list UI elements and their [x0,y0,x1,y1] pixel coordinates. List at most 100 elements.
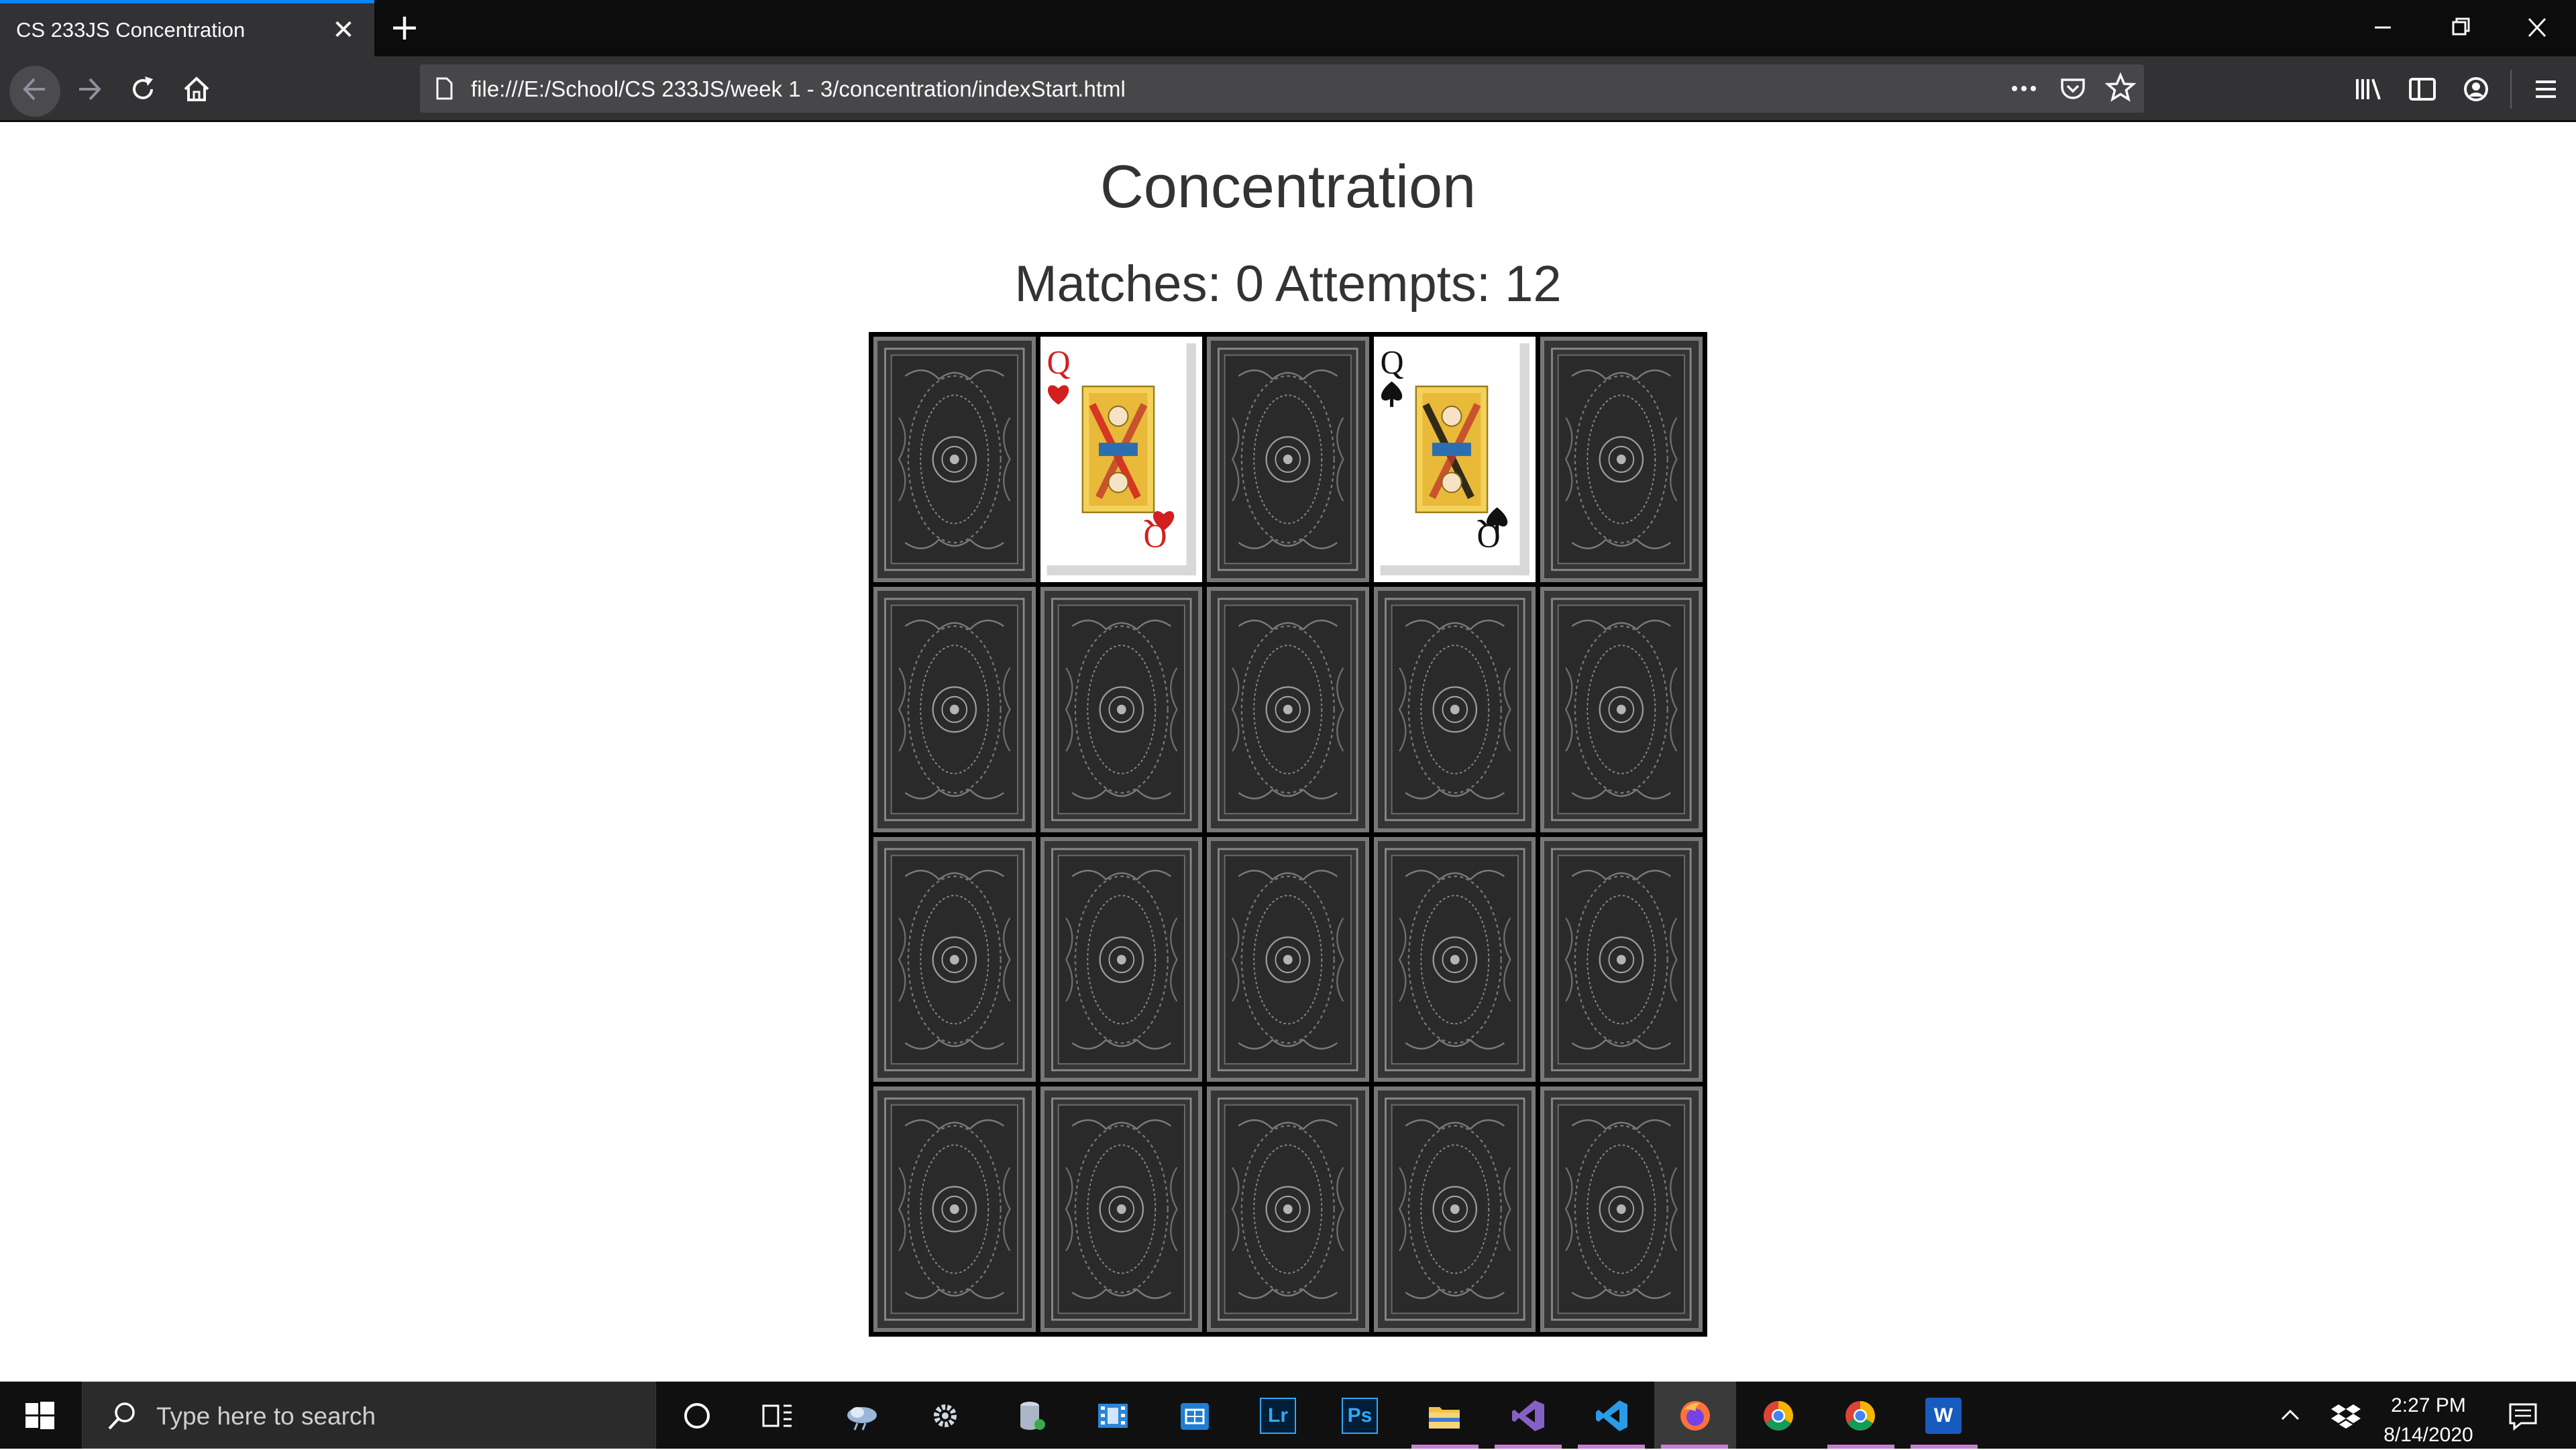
url-bar[interactable]: file:///E:/School/CS 233JS/week 1 - 3/co… [420,64,2144,113]
card-face-down[interactable] [1373,1086,1536,1332]
taskbar-search-box[interactable]: Type here to search [82,1382,656,1449]
clock-date: 8/14/2020 [2383,1424,2473,1446]
system-clock[interactable]: 2:27 PM 8/14/2020 [2361,1391,2496,1450]
search-icon [108,1402,135,1430]
card-face-up[interactable]: QQ [1373,337,1536,582]
sidebar-icon[interactable] [2404,71,2440,107]
home-icon[interactable] [178,71,215,107]
bookmark-star-icon[interactable] [2105,72,2136,103]
svg-text:Q: Q [1477,518,1500,556]
card-back-pattern [877,590,1032,828]
card-back-pattern [1377,1091,1532,1328]
close-window-icon[interactable] [2517,12,2557,43]
card-back-pattern [1044,590,1199,828]
database-app-icon[interactable] [1013,1398,1049,1434]
chevron-up-icon[interactable] [2277,1398,2304,1434]
running-indicator [1495,1445,1562,1449]
visual-studio-icon[interactable] [1511,1398,1547,1434]
account-icon[interactable] [2458,71,2494,107]
new-tab-button[interactable]: + [388,9,421,46]
firefox-icon[interactable] [1677,1398,1713,1434]
notifications-icon[interactable] [2505,1398,2541,1434]
pocket-icon[interactable] [2058,74,2088,103]
card-back-pattern [1544,840,1699,1078]
svg-text:Q: Q [1380,343,1403,381]
card-face-down[interactable] [873,586,1036,832]
page-title: Concentration [1099,154,1477,221]
tab-title: CS 233JS Concentration [16,18,246,42]
page-actions-icon[interactable] [2008,75,2039,102]
forward-arrow-icon[interactable] [71,71,107,107]
menu-icon[interactable] [2528,71,2564,107]
card-board: QQQQ [869,332,1707,1337]
card-face-art: QQ [1040,337,1203,582]
chrome-icon[interactable] [1842,1398,1878,1434]
svg-text:Q: Q [1143,518,1167,556]
card-face-art: QQ [1373,337,1536,582]
search-placeholder: Type here to search [156,1402,376,1430]
card-back-pattern [1377,590,1532,828]
file-explorer-icon[interactable] [1426,1398,1462,1434]
card-face-down[interactable] [1540,1086,1703,1332]
card-face-down[interactable] [1207,836,1369,1082]
minimize-icon[interactable] [2363,12,2403,43]
card-face-down[interactable] [1207,337,1369,582]
card-back-pattern [1544,590,1699,828]
card-back-pattern [877,1091,1032,1328]
card-face-up[interactable]: QQ [1040,337,1203,582]
card-face-down[interactable] [1373,836,1536,1082]
store-icon[interactable] [1177,1398,1213,1434]
card-back-pattern [877,840,1032,1078]
svg-text:Q: Q [1046,343,1070,381]
page-icon [436,77,453,100]
card-face-down[interactable] [873,337,1036,582]
card-face-down[interactable] [873,1086,1036,1332]
taskbar: Type here to search Lr Ps W 2:27 PM 8/14… [0,1382,2576,1449]
close-tab-icon[interactable]: ✕ [330,17,357,44]
settings-gear-icon[interactable] [927,1398,963,1434]
video-editor-icon[interactable] [1095,1398,1131,1434]
clock-time: 2:27 PM [2391,1394,2466,1416]
card-face-down[interactable] [1040,836,1203,1082]
card-back-pattern [1044,840,1199,1078]
card-back-pattern [877,341,1032,578]
card-back-pattern [1377,840,1532,1078]
library-icon[interactable] [2351,71,2387,107]
reload-icon[interactable] [125,71,161,107]
windows-start-icon[interactable] [21,1398,58,1434]
card-face-down[interactable] [1540,836,1703,1082]
dropbox-icon[interactable] [2330,1398,2361,1434]
card-back-pattern [1211,341,1365,578]
card-face-down[interactable] [1207,586,1369,832]
back-arrow-icon[interactable] [17,71,53,107]
card-face-down[interactable] [1540,586,1703,832]
chrome-icon[interactable] [1760,1398,1796,1434]
card-back-pattern [1211,840,1365,1078]
word-icon[interactable]: W [1925,1398,1962,1434]
card-face-down[interactable] [1207,1086,1369,1332]
browser-tab[interactable]: CS 233JS Concentration ✕ [0,0,374,56]
card-face-down[interactable] [873,836,1036,1082]
score-status: Matches: 0 Attempts: 12 [1014,256,1562,313]
card-back-pattern [1544,341,1699,578]
running-indicator [1411,1445,1479,1449]
cortana-icon[interactable] [679,1398,715,1434]
lightroom-icon[interactable]: Lr [1260,1398,1296,1434]
card-back-pattern [1544,1091,1699,1328]
card-face-down[interactable] [1373,586,1536,832]
toolbar-divider [2510,70,2512,109]
weather-app-icon[interactable] [844,1398,880,1434]
card-face-down[interactable] [1040,1086,1203,1332]
photoshop-icon[interactable]: Ps [1342,1398,1378,1434]
running-indicator [1911,1445,1978,1449]
card-face-down[interactable] [1040,586,1203,832]
card-back-pattern [1211,1091,1365,1328]
url-text[interactable]: file:///E:/School/CS 233JS/week 1 - 3/co… [471,76,1126,102]
card-face-down[interactable] [1540,337,1703,582]
running-indicator [1827,1445,1894,1449]
tab-strip: CS 233JS Concentration ✕ + [0,0,2576,56]
task-view-icon[interactable] [759,1398,796,1434]
vscode-icon[interactable] [1594,1398,1630,1434]
running-indicator [1578,1445,1645,1449]
restore-icon[interactable] [2440,12,2481,43]
